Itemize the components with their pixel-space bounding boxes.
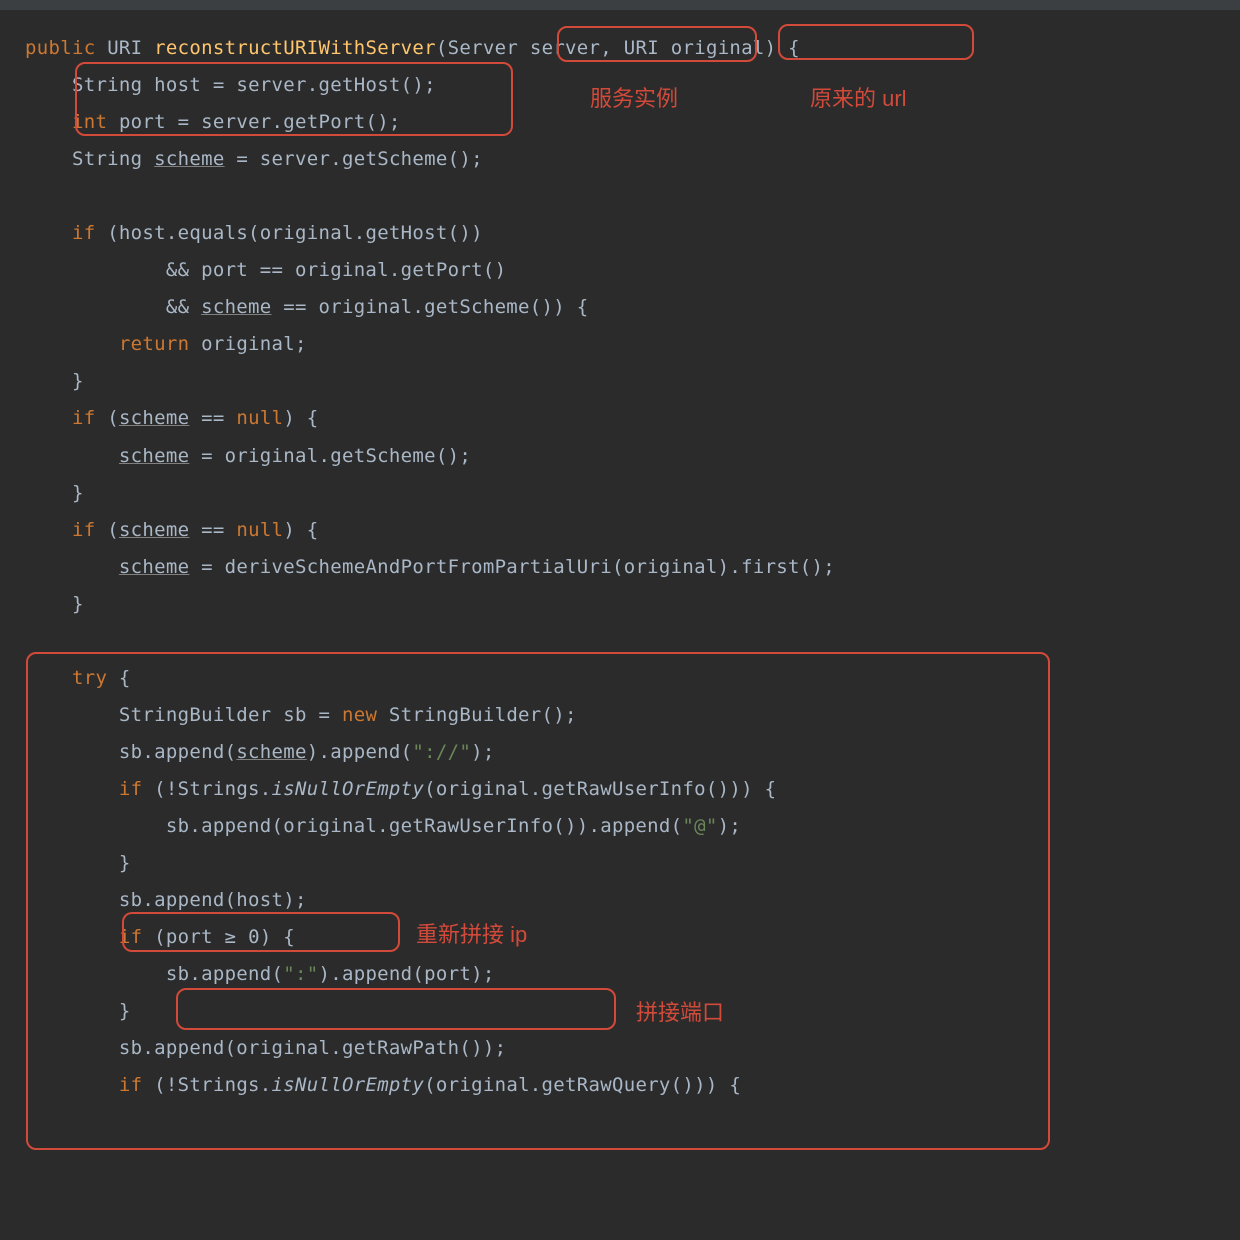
keyword-new: new bbox=[342, 704, 377, 726]
code-text: = server.getScheme(); bbox=[225, 148, 483, 170]
code-text: (port ≥ bbox=[142, 926, 248, 948]
keyword-if: if bbox=[72, 407, 95, 429]
keyword-if: if bbox=[119, 1074, 142, 1096]
code-text: = deriveSchemeAndPortFromPartialUri(orig… bbox=[189, 556, 835, 578]
code-text: ); bbox=[471, 741, 494, 763]
code-text: (original.getRawQuery())) { bbox=[424, 1074, 741, 1096]
var-scheme: scheme bbox=[119, 407, 189, 429]
var-scheme: scheme bbox=[119, 519, 189, 541]
code-text: StringBuilder(); bbox=[377, 704, 577, 726]
type-uri: URI bbox=[107, 37, 142, 59]
code-text: (host.equals(original.getHost()) bbox=[95, 222, 482, 244]
keyword-if: if bbox=[119, 778, 142, 800]
string-literal: "@" bbox=[682, 815, 717, 837]
code-text: port = server.getPort(); bbox=[119, 111, 401, 133]
string-literal: ":" bbox=[283, 963, 318, 985]
title-bar bbox=[0, 0, 1240, 10]
code-text: == original.getScheme()) { bbox=[272, 296, 589, 318]
static-method: isNullOrEmpty bbox=[272, 1074, 425, 1096]
var-scheme: scheme bbox=[236, 741, 306, 763]
code-text: && bbox=[166, 296, 201, 318]
var-scheme: scheme bbox=[119, 556, 189, 578]
keyword-public: public bbox=[25, 37, 95, 59]
code-text: ( bbox=[95, 519, 118, 541]
code-text: } bbox=[119, 1000, 131, 1022]
keyword-if: if bbox=[72, 222, 95, 244]
code-text: = original.getScheme(); bbox=[189, 445, 471, 467]
code-text: ).append( bbox=[307, 741, 413, 763]
keyword-if: if bbox=[72, 519, 95, 541]
type-string: String bbox=[72, 148, 142, 170]
code-text: ).append(port); bbox=[318, 963, 494, 985]
code-editor[interactable]: public URI reconstructURIWithServer ( Serv… bbox=[0, 15, 1240, 1104]
code-text: ) { bbox=[283, 519, 318, 541]
code-text: } bbox=[72, 593, 84, 615]
code-text: StringBuilder sb = bbox=[119, 704, 342, 726]
keyword-if: if bbox=[119, 926, 142, 948]
code-text: original; bbox=[189, 333, 306, 355]
code-text: ( bbox=[95, 407, 118, 429]
code-text: sb.append(original.getRawUserInfo()).app… bbox=[166, 815, 683, 837]
var-scheme: scheme bbox=[154, 148, 224, 170]
code-text: == bbox=[189, 407, 236, 429]
code-text: (!Strings. bbox=[142, 1074, 271, 1096]
var-scheme: scheme bbox=[119, 445, 189, 467]
number-zero: 0 bbox=[248, 926, 260, 948]
var-scheme: scheme bbox=[201, 296, 271, 318]
code-text: (original.getRawUserInfo())) { bbox=[424, 778, 776, 800]
code-text: } bbox=[119, 852, 131, 874]
param-uri-type: URI bbox=[624, 37, 659, 59]
static-method: isNullOrEmpty bbox=[272, 778, 425, 800]
code-text: { bbox=[107, 667, 130, 689]
string-literal: "://" bbox=[412, 741, 471, 763]
code-text: && port == original.getPort() bbox=[166, 259, 506, 281]
keyword-null: null bbox=[236, 519, 283, 541]
code-text: sb.append(host); bbox=[119, 889, 307, 911]
code-text: sb.append( bbox=[119, 741, 236, 763]
type-string: String bbox=[72, 74, 142, 96]
code-text: } bbox=[72, 370, 84, 392]
method-name: reconstructURIWithServer bbox=[154, 37, 436, 59]
param-server-var: server bbox=[530, 37, 600, 59]
code-text: ) { bbox=[260, 926, 295, 948]
param-original-var: original bbox=[671, 37, 765, 59]
code-text: host = server.getHost(); bbox=[154, 74, 436, 96]
keyword-try: try bbox=[72, 667, 107, 689]
code-text: ) { bbox=[283, 407, 318, 429]
keyword-int: int bbox=[72, 111, 107, 133]
code-text: ); bbox=[718, 815, 741, 837]
param-server-type: Server bbox=[448, 37, 518, 59]
keyword-return: return bbox=[119, 333, 189, 355]
code-text: sb.append( bbox=[166, 963, 283, 985]
code-text: } bbox=[72, 482, 84, 504]
keyword-null: null bbox=[236, 407, 283, 429]
code-text: == bbox=[189, 519, 236, 541]
code-text: (!Strings. bbox=[142, 778, 271, 800]
code-text: sb.append(original.getRawPath()); bbox=[119, 1037, 506, 1059]
